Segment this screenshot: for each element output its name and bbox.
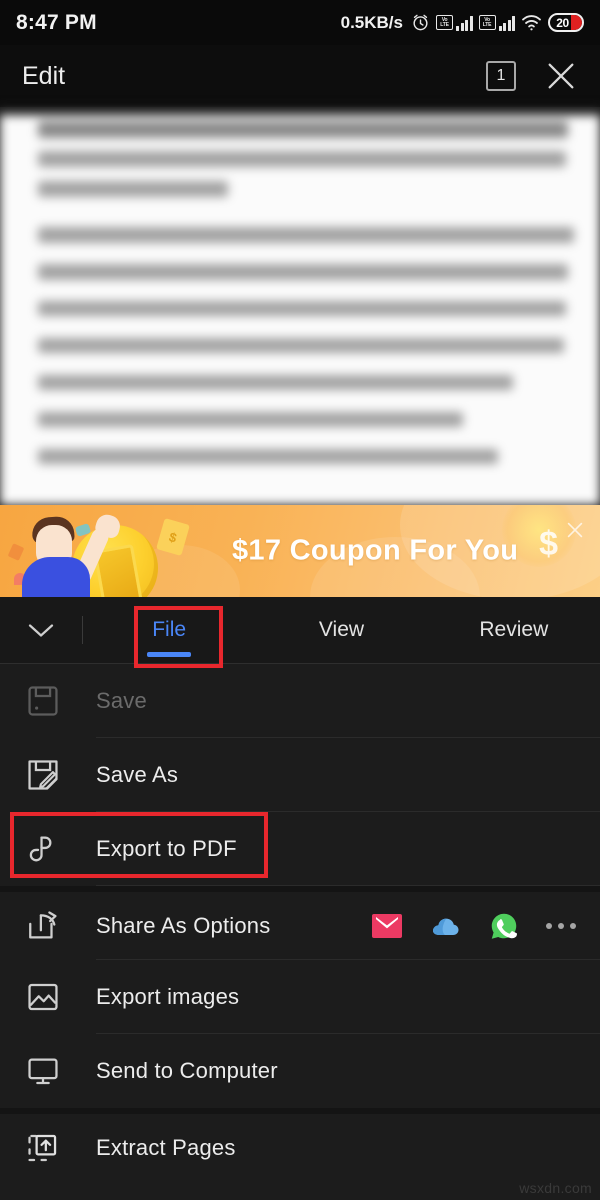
app-toolbar-actions: 1 xyxy=(486,59,578,93)
floppy-disk-icon xyxy=(22,680,64,722)
dollar-sign-icon: $ xyxy=(539,525,558,563)
tab-view-label: View xyxy=(318,618,365,641)
coupon-banner[interactable]: $ $ $17 Coupon For You xyxy=(0,505,600,597)
volte-bottom-text: LTE xyxy=(482,21,492,28)
chevron-down-icon xyxy=(28,623,54,637)
tab-file[interactable]: File xyxy=(83,597,255,663)
menu-item-save-as[interactable]: Save As xyxy=(0,738,600,812)
status-icons: 0.5KB/s Vo LTE Vo LTE 20 xyxy=(341,13,584,33)
menu-item-label: Send to Computer xyxy=(96,1058,278,1083)
whatsapp-icon[interactable] xyxy=(490,912,518,940)
collapse-ribbon-button[interactable] xyxy=(0,597,82,663)
close-icon[interactable] xyxy=(564,519,586,541)
menu-item-extract-pages[interactable]: Extract Pages xyxy=(0,1108,600,1182)
signal-bars-icon xyxy=(456,15,473,31)
volte-bottom-text: LTE xyxy=(440,21,449,28)
status-bar: 8:47 PM 0.5KB/s Vo LTE Vo LTE 20 xyxy=(0,0,600,45)
volte-icon: Vo LTE xyxy=(478,15,496,30)
tab-review[interactable]: Review xyxy=(428,597,600,663)
status-clock: 8:47 PM xyxy=(16,10,97,34)
menu-item-share-as-options[interactable]: Share As Options xyxy=(0,886,600,960)
share-target-list xyxy=(372,912,576,940)
battery-icon: 20 xyxy=(548,13,584,32)
file-menu-list: Save Save As Export to PDF Share As Opti… xyxy=(0,664,600,1200)
sim1-status: Vo LTE xyxy=(436,15,473,31)
signal-bars-icon xyxy=(498,15,515,31)
mail-icon[interactable] xyxy=(372,914,402,938)
image-icon xyxy=(22,976,64,1018)
monitor-icon xyxy=(22,1050,64,1092)
share-icon xyxy=(22,905,64,947)
menu-item-label: Save xyxy=(96,688,147,713)
tab-view[interactable]: View xyxy=(255,597,427,663)
coupon-banner-text: $17 Coupon For You xyxy=(232,534,519,567)
extract-pages-icon xyxy=(22,1127,64,1169)
menu-item-send-to-computer[interactable]: Send to Computer xyxy=(0,1034,600,1108)
ribbon-tabs: File View Review xyxy=(83,597,600,663)
wifi-icon xyxy=(522,15,541,31)
menu-item-export-to-pdf[interactable]: Export to PDF xyxy=(0,812,600,886)
sim2-status: Vo LTE xyxy=(478,15,515,31)
tab-count-button[interactable]: 1 xyxy=(486,61,516,91)
export-pdf-icon xyxy=(22,828,64,870)
ribbon-tab-bar: File View Review xyxy=(0,597,600,664)
more-icon[interactable] xyxy=(546,923,576,929)
phone-screen: 8:47 PM 0.5KB/s Vo LTE Vo LTE 20 Edit 1 … xyxy=(0,0,600,1200)
watermark: wsxdn.com xyxy=(519,1180,592,1196)
menu-item-label: Export to PDF xyxy=(96,836,237,861)
volte-icon: Vo LTE xyxy=(436,15,453,30)
alarm-clock-icon xyxy=(413,14,428,31)
menu-item-label: Save As xyxy=(96,762,179,787)
tab-file-label: File xyxy=(152,618,187,641)
menu-item-label: Share As Options xyxy=(96,913,271,938)
menu-item-export-images[interactable]: Export images xyxy=(0,960,600,1034)
menu-item-save[interactable]: Save xyxy=(0,664,600,738)
save-as-icon xyxy=(22,754,64,796)
close-icon[interactable] xyxy=(544,59,578,93)
page-title: Edit xyxy=(22,61,66,90)
app-toolbar: Edit 1 xyxy=(0,45,600,107)
tab-review-label: Review xyxy=(479,618,549,641)
menu-item-label: Export images xyxy=(96,984,240,1009)
confetti-decor xyxy=(7,543,25,561)
tab-count-text: 1 xyxy=(496,67,506,84)
menu-item-label: Extract Pages xyxy=(96,1135,236,1160)
battery-percent-text: 20 xyxy=(556,15,569,30)
network-speed-text: 0.5KB/s xyxy=(340,12,403,32)
document-preview[interactable] xyxy=(0,107,600,505)
cloud-icon[interactable] xyxy=(430,914,462,938)
person-body xyxy=(22,557,90,597)
